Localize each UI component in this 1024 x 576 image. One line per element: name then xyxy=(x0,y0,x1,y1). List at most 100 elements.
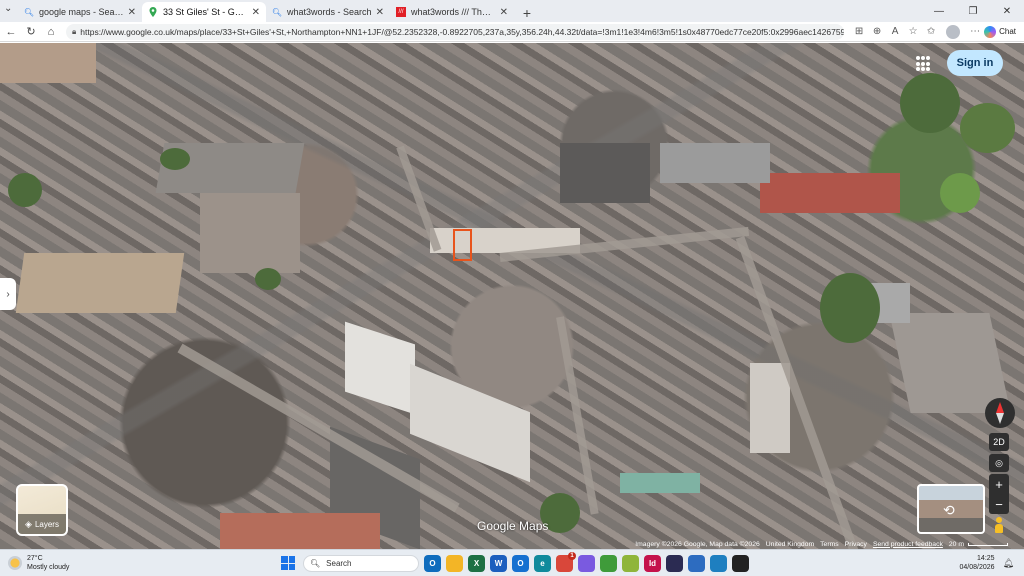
install-app-icon[interactable]: ⊞ xyxy=(851,24,867,40)
zoom-out-button[interactable]: − xyxy=(995,497,1003,512)
refresh-icon[interactable]: ↻ xyxy=(22,23,40,41)
toggle-2d-button[interactable]: 2D xyxy=(989,433,1009,451)
compass-north xyxy=(996,402,1004,413)
windows-start-icon[interactable] xyxy=(281,556,295,570)
send-feedback-link[interactable]: Send product feedback xyxy=(873,541,943,548)
system-tray: 14:25 04/08/2026 🔔︎ xyxy=(960,554,1014,572)
tab-title: what3words - Search xyxy=(287,7,372,17)
home-icon[interactable]: ⌂ xyxy=(42,23,60,41)
expand-side-panel-button[interactable]: › xyxy=(0,278,16,310)
google-apps-icon[interactable] xyxy=(916,56,932,72)
building-block xyxy=(410,363,530,483)
tab-title: what3words /// The simplest way to talk … xyxy=(411,7,496,17)
favorite-star-icon[interactable]: ☆ xyxy=(905,24,921,40)
privacy-link[interactable]: Privacy xyxy=(845,541,867,548)
zoom-in-button[interactable]: + xyxy=(995,477,1003,492)
app-globe-icon[interactable] xyxy=(710,555,727,572)
tree xyxy=(160,148,190,170)
tab-google-maps-search[interactable]: 🔍︎ google maps - Search ✕ xyxy=(18,2,142,22)
more-menu-icon[interactable]: ⋯ xyxy=(967,24,983,40)
edge-icon[interactable]: e xyxy=(534,555,551,572)
app-blue-icon[interactable] xyxy=(688,555,705,572)
notifications-icon[interactable]: 🔔︎ xyxy=(1003,558,1014,569)
url-field[interactable]: 🔒︎ https://www.google.co.uk/maps/place/3… xyxy=(66,23,845,40)
indesign-icon[interactable]: Id xyxy=(644,555,661,572)
building-block xyxy=(0,43,96,83)
excel-icon[interactable]: X xyxy=(468,555,485,572)
tab-google-maps-place[interactable]: 33 St Giles' St - Google Maps ✕ xyxy=(142,2,266,22)
app-dark-icon[interactable] xyxy=(666,555,683,572)
maps-pin-icon xyxy=(148,7,158,17)
tab-title: google maps - Search xyxy=(39,7,124,17)
zoom-controls: + − xyxy=(989,474,1009,514)
pegman-icon[interactable] xyxy=(993,517,1005,533)
terms-link[interactable]: Terms xyxy=(820,541,839,548)
close-icon[interactable]: ✕ xyxy=(128,7,136,18)
tab-what3words-search[interactable]: 🔍︎ what3words - Search ✕ xyxy=(266,2,390,22)
building-block xyxy=(200,193,300,273)
tab-what3words-site[interactable]: /// what3words /// The simplest way to t… xyxy=(390,2,514,22)
outlook-icon[interactable]: O xyxy=(424,555,441,572)
scale-bar[interactable]: 20 m xyxy=(949,541,1008,548)
close-window-icon[interactable]: ✕ xyxy=(990,0,1024,22)
building-block xyxy=(760,173,900,213)
search-placeholder: Search xyxy=(326,559,352,568)
close-icon[interactable]: ✕ xyxy=(376,7,384,18)
close-icon[interactable]: ✕ xyxy=(252,7,260,18)
tab-title: 33 St Giles' St - Google Maps xyxy=(163,7,248,17)
read-aloud-icon[interactable]: A xyxy=(887,24,903,40)
chrome-icon[interactable] xyxy=(556,552,576,572)
taskbar-search[interactable]: 🔍︎ Search xyxy=(303,555,419,572)
region-link[interactable]: United Kingdom xyxy=(766,541,814,548)
building-block xyxy=(620,473,700,493)
copilot-icon[interactable] xyxy=(578,555,595,572)
profile-avatar[interactable] xyxy=(946,24,961,39)
outlook-new-icon[interactable]: O xyxy=(512,555,529,572)
weather-temp: 27°C xyxy=(27,555,43,562)
location-target-icon: ◎ xyxy=(995,457,1003,468)
sign-in-button[interactable]: Sign in xyxy=(947,50,1003,76)
map-footer: Imagery ©2026 Google, Map data ©2026 Uni… xyxy=(608,539,1008,549)
back-icon[interactable]: ← xyxy=(2,23,20,41)
search-icon: 🔍︎ xyxy=(23,7,35,17)
selected-building-outline xyxy=(453,229,472,261)
building-block xyxy=(345,321,415,415)
app-black-icon[interactable] xyxy=(732,555,749,572)
date-text: 04/08/2026 xyxy=(959,564,995,571)
time-text: 14:25 xyxy=(977,555,995,562)
layers-label: Layers xyxy=(34,519,59,529)
road xyxy=(556,316,599,515)
attribution-text: Imagery ©2026 Google, Map data ©2026 xyxy=(635,540,760,548)
tree xyxy=(8,173,42,207)
clock[interactable]: 14:25 04/08/2026 xyxy=(960,554,995,572)
what3words-icon: /// xyxy=(396,7,406,17)
minimize-icon[interactable]: — xyxy=(922,0,956,22)
word-icon[interactable]: W xyxy=(490,555,507,572)
map-satellite-view[interactable] xyxy=(0,43,1024,549)
window-controls: — ❐ ✕ xyxy=(922,0,1024,22)
copilot-chat-button[interactable]: Chat xyxy=(984,25,1016,38)
weather-widget[interactable]: 27°C Mostly cloudy xyxy=(8,554,69,572)
tree xyxy=(255,268,281,290)
street-view-thumbnail[interactable]: ⟲ xyxy=(917,484,985,534)
zoom-icon[interactable]: ⊕ xyxy=(869,24,885,40)
weather-text: 27°C Mostly cloudy xyxy=(27,554,69,572)
building-block xyxy=(750,363,790,453)
app-lime-icon[interactable] xyxy=(622,555,639,572)
app-green-icon[interactable] xyxy=(600,555,617,572)
building-block xyxy=(660,143,770,183)
pegman-body xyxy=(995,524,1003,533)
address-toolbar: ← ↻ ⌂ 🔒︎ https://www.google.co.uk/maps/p… xyxy=(0,22,1024,42)
favorites-icon[interactable]: ✩ xyxy=(923,24,939,40)
building-block xyxy=(220,513,380,549)
compass-icon[interactable] xyxy=(985,398,1015,428)
tab-actions-icon[interactable]: ⌄ xyxy=(4,3,12,14)
new-tab-button[interactable]: + xyxy=(518,4,536,22)
restore-icon[interactable]: ❐ xyxy=(956,0,990,22)
layers-button[interactable]: ◈ Layers xyxy=(16,484,68,536)
windows-taskbar: 27°C Mostly cloudy 🔍︎ Search OXWOeId 14:… xyxy=(0,549,1024,576)
my-location-button[interactable]: ◎ xyxy=(989,454,1009,472)
tree xyxy=(900,73,960,133)
file-explorer-icon[interactable] xyxy=(446,555,463,572)
close-icon[interactable]: ✕ xyxy=(500,7,508,18)
